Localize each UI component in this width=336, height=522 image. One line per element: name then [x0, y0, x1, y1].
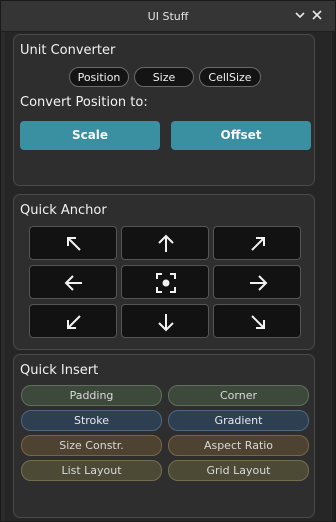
arrow-down-right-icon [251, 315, 265, 329]
quick-anchor-panel: Quick Anchor [13, 194, 315, 350]
quick-anchor-title: Quick Anchor [20, 203, 107, 218]
plugin-content: Unit Converter Position Size CellSize Co… [5, 32, 331, 521]
anchor-top-button[interactable] [121, 226, 209, 260]
window-title: UI Stuff [147, 10, 189, 23]
convert-offset-button[interactable]: Offset [171, 121, 311, 150]
anchor-bottom-right-button[interactable] [213, 304, 301, 338]
close-icon[interactable] [310, 8, 324, 22]
insert-padding-button[interactable]: Padding [21, 385, 162, 406]
insert-list-layout-button[interactable]: List Layout [21, 460, 162, 481]
mode-cellsize-button[interactable]: CellSize [199, 67, 261, 87]
mode-position-button[interactable]: Position [69, 67, 129, 87]
chevron-down-icon[interactable] [293, 8, 307, 22]
insert-aspect-ratio-button[interactable]: Aspect Ratio [168, 435, 309, 456]
arrow-left-icon [64, 275, 82, 291]
insert-size-constraint-button[interactable]: Size Constr. [21, 435, 162, 456]
quick-insert-panel: Quick Insert Padding Corner Stroke Gradi… [13, 354, 315, 518]
anchor-bottom-left-button[interactable] [29, 304, 117, 338]
insert-stroke-button[interactable]: Stroke [21, 410, 162, 431]
scrollbar[interactable] [332, 32, 335, 521]
anchor-left-button[interactable] [29, 265, 117, 299]
anchor-top-right-button[interactable] [213, 226, 301, 260]
arrow-right-icon [250, 275, 268, 291]
anchor-bottom-button[interactable] [121, 304, 209, 338]
insert-gradient-button[interactable]: Gradient [168, 410, 309, 431]
ui-stuff-window: UI Stuff Unit Converter Position Size Ce… [0, 0, 336, 522]
quick-insert-title: Quick Insert [20, 363, 99, 378]
arrow-up-left-icon [67, 237, 81, 251]
arrow-up-right-icon [251, 237, 265, 251]
mode-size-button[interactable]: Size [134, 67, 194, 87]
anchor-right-button[interactable] [213, 265, 301, 299]
convert-label: Convert Position to: [20, 95, 148, 110]
title-bar[interactable]: UI Stuff [1, 1, 335, 32]
unit-converter-title: Unit Converter [20, 43, 116, 58]
convert-scale-button[interactable]: Scale [20, 121, 160, 150]
insert-corner-button[interactable]: Corner [168, 385, 309, 406]
unit-converter-panel: Unit Converter Position Size CellSize Co… [13, 34, 315, 186]
anchor-center-button[interactable] [121, 265, 209, 299]
anchor-top-left-button[interactable] [29, 226, 117, 260]
arrow-down-icon [158, 314, 174, 332]
center-focus-icon [156, 273, 176, 293]
arrow-up-icon [158, 234, 174, 252]
insert-grid-layout-button[interactable]: Grid Layout [168, 460, 309, 481]
arrow-down-left-icon [67, 315, 81, 329]
